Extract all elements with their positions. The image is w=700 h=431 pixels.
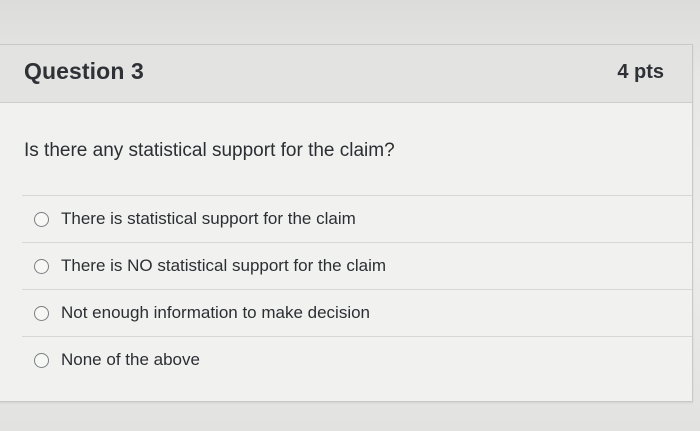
radio-button-icon[interactable] <box>34 258 49 274</box>
answer-option[interactable]: None of the above <box>22 336 692 383</box>
answer-label[interactable]: There is NO statistical support for the … <box>61 256 386 276</box>
screen-photo: Question 3 4 pts Is there any statistica… <box>0 0 700 431</box>
radio-button-icon[interactable] <box>34 211 49 227</box>
answer-option[interactable]: There is statistical support for the cla… <box>22 195 692 242</box>
question-title: Question 3 <box>24 58 144 84</box>
question-points: 4 pts <box>617 61 664 83</box>
answer-list: There is statistical support for the cla… <box>22 195 692 383</box>
question-card: Question 3 4 pts Is there any statistica… <box>0 44 693 402</box>
radio-button-icon[interactable] <box>34 352 49 368</box>
radio-button-icon[interactable] <box>34 305 49 321</box>
question-header: Question 3 4 pts <box>0 45 692 103</box>
answer-option[interactable]: There is NO statistical support for the … <box>22 242 692 289</box>
answer-label[interactable]: There is statistical support for the cla… <box>61 209 356 229</box>
answer-label[interactable]: Not enough information to make decision <box>61 303 370 323</box>
answer-option[interactable]: Not enough information to make decision <box>22 289 692 336</box>
question-prompt: Is there any statistical support for the… <box>24 140 395 161</box>
answer-label[interactable]: None of the above <box>61 350 200 370</box>
